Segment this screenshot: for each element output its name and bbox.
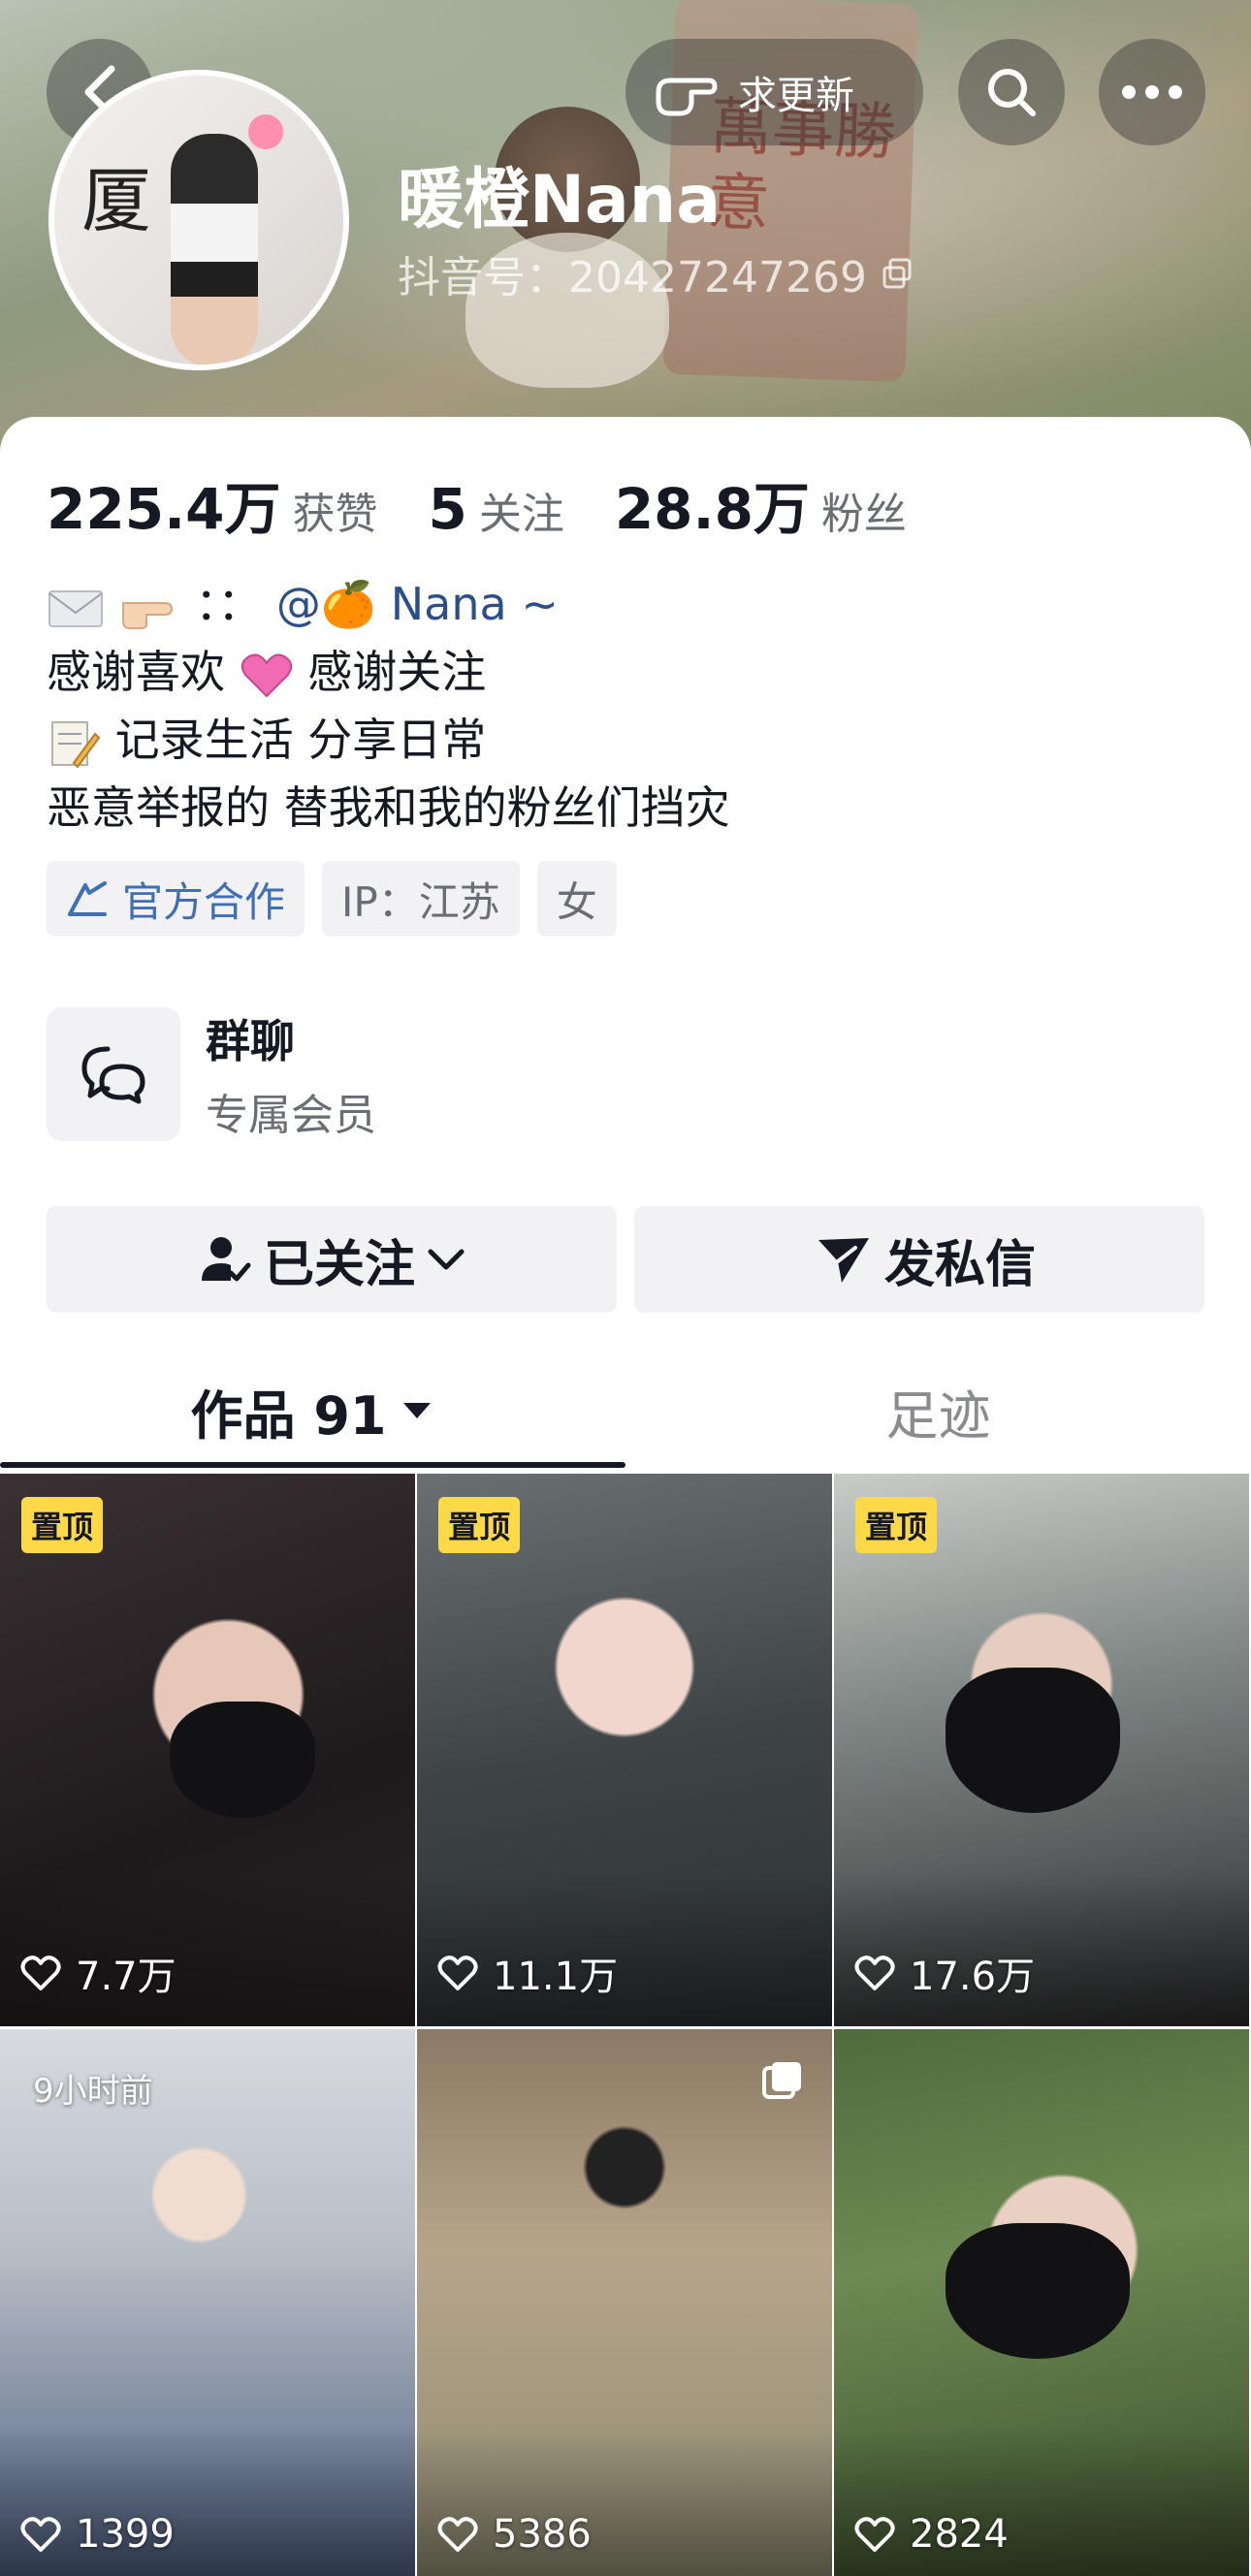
memo-icon bbox=[51, 720, 101, 769]
avatar-balloon bbox=[248, 114, 283, 149]
chat-bubbles-icon bbox=[81, 1046, 145, 1104]
official-cooperation-label: 官方合作 bbox=[122, 877, 286, 926]
pinned-badge: 置顶 bbox=[855, 1497, 938, 1553]
heart-outline-icon bbox=[854, 1956, 895, 1990]
video-likes-count: 17.6万 bbox=[910, 1955, 1036, 1999]
active-tab-indicator bbox=[0, 1462, 626, 1468]
douyin-id: 抖音号：20427247269 bbox=[398, 242, 915, 304]
video-likes-count: 5386 bbox=[493, 2512, 592, 2557]
video-likes: 17.6万 bbox=[853, 1945, 1035, 2001]
request-update-button[interactable]: 求更新 bbox=[626, 39, 923, 145]
thumbnail-face-mask bbox=[946, 2223, 1130, 2359]
bio-line-1: ：： @🍊 Nana ~ bbox=[47, 570, 730, 638]
video-thumbnail[interactable]: 5386 bbox=[417, 2029, 832, 2576]
send-message-label: 发私信 bbox=[883, 1235, 1036, 1294]
group-chat-entry[interactable]: 群聊 专属会员 bbox=[47, 1006, 376, 1142]
pinned-badge: 置顶 bbox=[21, 1497, 104, 1553]
official-cooperation-tag[interactable]: 官方合作 bbox=[47, 861, 305, 937]
followers-count[interactable]: 28.8万 bbox=[615, 463, 810, 545]
more-dots-icon bbox=[1122, 85, 1182, 99]
followers-label: 粉丝 bbox=[820, 490, 907, 539]
group-chat-text: 群聊 专属会员 bbox=[206, 1006, 376, 1142]
avatar-figure bbox=[171, 134, 258, 365]
group-chat-title: 群聊 bbox=[206, 1015, 295, 1067]
group-chat-icon-box bbox=[47, 1007, 180, 1141]
content-tabs: 作品 91 足迹 bbox=[0, 1348, 1251, 1474]
multi-image-icon bbox=[762, 2062, 801, 2099]
tab-works[interactable]: 作品 91 bbox=[0, 1348, 626, 1474]
bio-line-1-prefix: ：： bbox=[195, 578, 263, 630]
request-update-label: 求更新 bbox=[738, 74, 854, 118]
profile-tags: 官方合作 IP：江苏 女 bbox=[47, 861, 617, 937]
posted-time: 9小时前 bbox=[33, 2072, 153, 2111]
stats-row: 225.4万 获赞 5 关注 28.8万 粉丝 bbox=[47, 463, 957, 545]
search-icon bbox=[988, 69, 1036, 116]
profile-card: 225.4万 获赞 5 关注 28.8万 粉丝 ：： @🍊 Nana ~ 感谢喜… bbox=[0, 417, 1251, 2576]
copy-icon[interactable] bbox=[881, 256, 915, 291]
following-label: 关注 bbox=[478, 490, 564, 539]
bio-line-4: 恶意举报的 替我和我的粉丝们挡灾 bbox=[47, 781, 730, 834]
likes-count[interactable]: 225.4万 bbox=[47, 463, 280, 545]
heart-outline-icon bbox=[20, 1956, 61, 1990]
video-grid: 置顶 7.7万 置顶 11.1万 置顶 17.6万 9小时前 1399 5386… bbox=[0, 1474, 1251, 2576]
followed-label: 已关注 bbox=[263, 1235, 415, 1294]
thumbnail-face-mask bbox=[946, 1668, 1120, 1813]
hand-point-icon bbox=[656, 78, 718, 116]
send-message-button[interactable]: 发私信 bbox=[634, 1206, 1204, 1313]
video-thumbnail[interactable]: 9小时前 1399 bbox=[0, 2029, 415, 2576]
chevron-down-icon bbox=[428, 1249, 465, 1270]
video-likes-count: 2824 bbox=[910, 2512, 1009, 2557]
video-likes-count: 7.7万 bbox=[76, 1955, 176, 1999]
more-button[interactable] bbox=[1099, 39, 1205, 145]
bio-line-3: 记录生活 分享日常 bbox=[47, 706, 730, 774]
followed-button[interactable]: 已关注 bbox=[47, 1206, 617, 1313]
tab-works-label: 作品 91 bbox=[190, 1384, 387, 1447]
heart-outline-icon bbox=[437, 1956, 478, 1990]
bio-line-3-text: 记录生活 分享日常 bbox=[114, 714, 487, 766]
search-button[interactable] bbox=[958, 39, 1065, 145]
group-chat-subtitle: 专属会员 bbox=[206, 1091, 376, 1140]
avatar-glyph: 厦 bbox=[81, 160, 152, 241]
bio: ：： @🍊 Nana ~ 感谢喜欢 感谢关注 记录生活 分享日常 恶意举报的 替… bbox=[47, 570, 730, 842]
video-likes: 2824 bbox=[853, 2512, 1009, 2557]
pointing-hand-icon bbox=[121, 601, 173, 629]
douyin-id-text: 抖音号：20427247269 bbox=[398, 253, 867, 302]
bio-mention-link[interactable]: @🍊 Nana ~ bbox=[276, 578, 559, 630]
gender-tag: 女 bbox=[536, 861, 617, 937]
video-thumbnail[interactable]: 置顶 11.1万 bbox=[417, 1474, 832, 2026]
caret-down-icon bbox=[403, 1403, 432, 1418]
heart-outline-icon bbox=[20, 2517, 61, 2552]
video-likes: 5386 bbox=[436, 2512, 592, 2557]
following-count[interactable]: 5 bbox=[428, 476, 466, 542]
bio-line-2b: 感谢关注 bbox=[307, 646, 487, 698]
heart-outline-icon bbox=[854, 2517, 895, 2552]
bio-line-2: 感谢喜欢 感谢关注 bbox=[47, 638, 730, 706]
video-thumbnail[interactable]: 2824 bbox=[834, 2029, 1249, 2576]
avatar[interactable]: 厦 bbox=[48, 70, 349, 370]
send-plane-icon bbox=[818, 1238, 869, 1283]
ip-location-tag: IP：江苏 bbox=[322, 861, 520, 937]
heart-outline-icon bbox=[437, 2517, 478, 2552]
bio-line-2a: 感谢喜欢 bbox=[47, 646, 225, 698]
tab-footprint[interactable]: 足迹 bbox=[626, 1348, 1251, 1474]
video-likes: 7.7万 bbox=[19, 1945, 176, 2001]
pink-heart-icon bbox=[241, 653, 292, 697]
video-likes: 11.1万 bbox=[436, 1945, 618, 2001]
nickname: 暖橙Nana bbox=[398, 162, 722, 239]
video-likes-count: 11.1万 bbox=[493, 1955, 619, 1999]
pinned-badge: 置顶 bbox=[438, 1497, 521, 1553]
thumbnail-face-mask bbox=[170, 1701, 315, 1818]
video-thumbnail[interactable]: 置顶 17.6万 bbox=[834, 1474, 1249, 2026]
video-likes: 1399 bbox=[19, 2512, 175, 2557]
likes-label: 获赞 bbox=[292, 490, 378, 539]
envelope-icon bbox=[48, 589, 103, 627]
action-buttons: 已关注 发私信 bbox=[47, 1206, 1204, 1313]
video-thumbnail[interactable]: 置顶 7.7万 bbox=[0, 1474, 415, 2026]
cooperation-icon bbox=[68, 881, 107, 916]
user-check-icon bbox=[201, 1237, 251, 1282]
video-likes-count: 1399 bbox=[76, 2512, 175, 2557]
